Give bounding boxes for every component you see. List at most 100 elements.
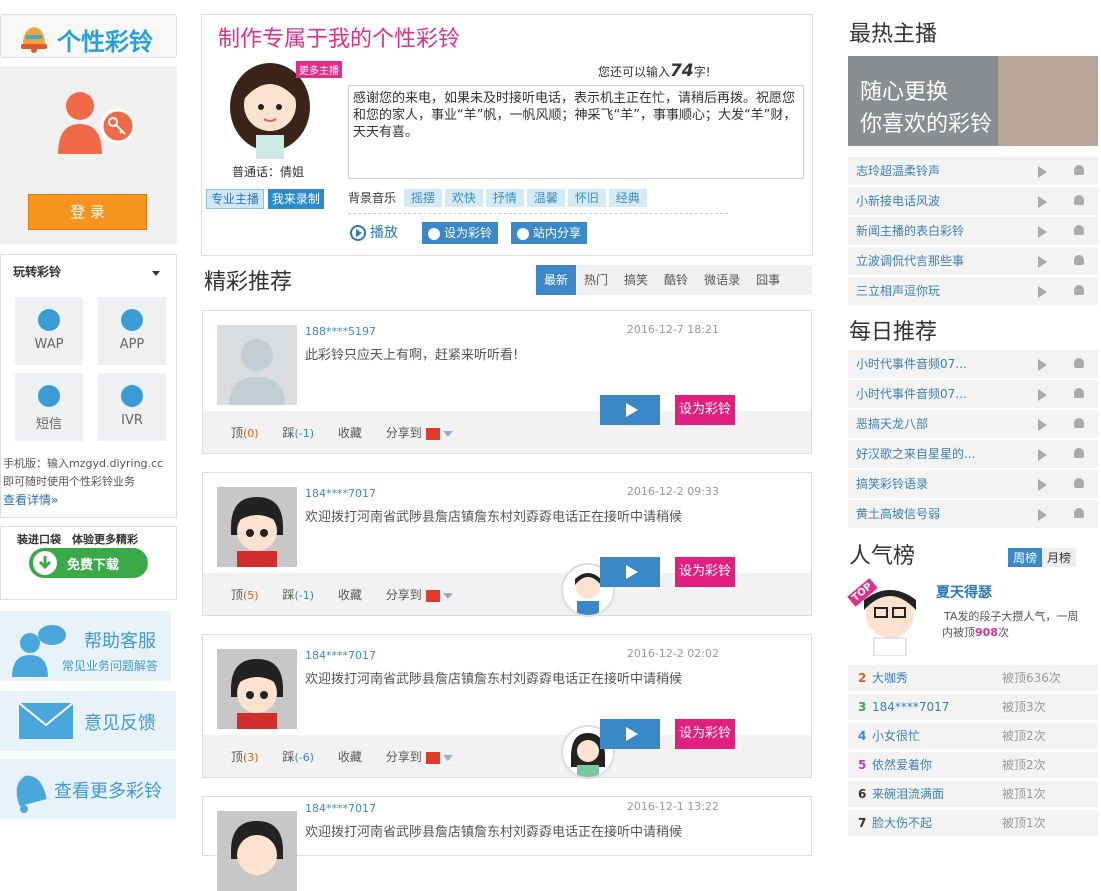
play-icon[interactable] bbox=[1038, 256, 1047, 268]
user-avatar[interactable] bbox=[217, 811, 297, 891]
bg-tag[interactable]: 温馨 bbox=[526, 189, 565, 207]
bell-icon[interactable] bbox=[1074, 255, 1084, 265]
list-item[interactable]: 黄土高坡信号弱 bbox=[848, 500, 1098, 528]
user-id[interactable]: 184****7017 bbox=[305, 649, 376, 662]
list-item[interactable]: 三立相声逗你玩 bbox=[848, 277, 1098, 305]
rank-name[interactable]: 小女很忙 bbox=[872, 729, 920, 743]
favorite-button[interactable]: 收藏 bbox=[338, 588, 362, 602]
rank-row[interactable]: 6 来碗泪流满面 被顶1次 bbox=[848, 781, 1098, 807]
favorite-button[interactable]: 收藏 bbox=[338, 750, 362, 764]
card-set-ringtone-button[interactable]: 设为彩铃 bbox=[675, 557, 735, 587]
play-icon[interactable] bbox=[1038, 509, 1047, 521]
list-item[interactable]: 小时代事件音频07... bbox=[848, 350, 1098, 378]
tab-weekly[interactable]: 周榜 bbox=[1008, 548, 1043, 567]
bell-icon[interactable] bbox=[1074, 448, 1084, 458]
play-button[interactable]: 播放 bbox=[350, 221, 398, 245]
bg-tag[interactable]: 抒情 bbox=[485, 189, 524, 207]
channel-app[interactable]: APP bbox=[98, 297, 166, 365]
rank-name[interactable]: 来碗泪流满面 bbox=[872, 787, 944, 801]
play-icon[interactable] bbox=[1038, 419, 1047, 431]
bg-tag[interactable]: 经典 bbox=[608, 189, 647, 207]
downvote-button[interactable]: 踩(-1) bbox=[282, 426, 314, 440]
bell-icon[interactable] bbox=[1074, 285, 1084, 295]
detail-link[interactable]: 查看详情» bbox=[3, 491, 58, 508]
user-id[interactable]: 184****7017 bbox=[305, 487, 376, 500]
play-icon[interactable] bbox=[1038, 166, 1047, 178]
downvote-button[interactable]: 踩(-1) bbox=[282, 588, 314, 602]
help-service-panel[interactable]: 帮助客服 常见业务问题解答 bbox=[0, 611, 171, 681]
list-item[interactable]: 小时代事件音频07... bbox=[848, 380, 1098, 408]
play-icon[interactable] bbox=[1038, 196, 1047, 208]
bell-icon[interactable] bbox=[1074, 418, 1084, 428]
bell-icon[interactable] bbox=[1074, 508, 1084, 518]
rank-row[interactable]: 3 184****7017 被顶3次 bbox=[848, 694, 1098, 720]
tab-funny[interactable]: 搞笑 bbox=[616, 265, 656, 295]
downvote-button[interactable]: 踩(-6) bbox=[282, 750, 314, 764]
rank-name[interactable]: 大咖秀 bbox=[872, 671, 908, 685]
list-item[interactable]: 立波调侃代言那些事 bbox=[848, 247, 1098, 275]
bg-tag[interactable]: 怀旧 bbox=[567, 189, 606, 207]
bell-icon[interactable] bbox=[1074, 478, 1084, 488]
set-ringtone-button[interactable]: 设为彩铃 bbox=[422, 222, 499, 244]
card-set-ringtone-button[interactable]: 设为彩铃 bbox=[675, 719, 735, 749]
play-icon[interactable] bbox=[1038, 286, 1047, 298]
share-to-button[interactable]: 分享到 bbox=[386, 426, 454, 440]
rank-name[interactable]: 依然爱着你 bbox=[872, 758, 932, 772]
share-to-button[interactable]: 分享到 bbox=[386, 588, 454, 602]
list-item[interactable]: 恶搞天龙八部 bbox=[848, 410, 1098, 438]
upvote-button[interactable]: 顶(3) bbox=[231, 750, 259, 764]
rank-row[interactable]: 5 依然爱着你 被顶2次 bbox=[848, 752, 1098, 778]
tab-pro-anchor[interactable]: 专业主播 bbox=[206, 189, 265, 209]
channel-ivr[interactable]: IVR bbox=[98, 373, 166, 441]
bell-icon[interactable] bbox=[1074, 358, 1084, 368]
tab-self-record[interactable]: 我来录制 bbox=[267, 189, 324, 209]
list-item[interactable]: 小新接电话风波 bbox=[848, 187, 1098, 215]
upvote-button[interactable]: 顶(0) bbox=[231, 426, 259, 440]
top-name[interactable]: 夏天得瑟 bbox=[936, 582, 992, 602]
rank-name[interactable]: 184****7017 bbox=[872, 700, 949, 714]
user-avatar[interactable] bbox=[217, 649, 297, 729]
list-item[interactable]: 搞笑彩铃语录 bbox=[848, 470, 1098, 498]
ringtone-text-input[interactable]: 感谢您的来电，如果未及时接听电话，表示机主正在忙，请稍后再拨。祝愿您和您的家人，… bbox=[348, 85, 804, 179]
tab-quotes[interactable]: 微语录 bbox=[696, 265, 748, 295]
upvote-button[interactable]: 顶(5) bbox=[231, 588, 259, 602]
play-icon[interactable] bbox=[1038, 479, 1047, 491]
list-item[interactable]: 志玲超温柔铃声 bbox=[848, 157, 1098, 185]
user-avatar[interactable] bbox=[217, 325, 297, 405]
tab-latest[interactable]: 最新 bbox=[536, 265, 577, 295]
list-item[interactable]: 新闻主播的表白彩铃 bbox=[848, 217, 1098, 245]
tab-monthly[interactable]: 月榜 bbox=[1042, 548, 1077, 567]
dropdown-caret-icon[interactable] bbox=[152, 271, 160, 276]
more-anchors-badge[interactable]: 更多主播 bbox=[296, 61, 342, 78]
card-play-button[interactable] bbox=[600, 395, 660, 425]
promo-banner[interactable]: 随心更换 你喜欢的彩铃 bbox=[848, 56, 1098, 146]
tab-awkward[interactable]: 囧事 bbox=[748, 265, 788, 295]
channel-wap[interactable]: WAP bbox=[15, 297, 83, 365]
favorite-button[interactable]: 收藏 bbox=[338, 426, 362, 440]
card-set-ringtone-button[interactable]: 设为彩铃 bbox=[675, 395, 735, 425]
play-icon[interactable] bbox=[1038, 389, 1047, 401]
play-icon[interactable] bbox=[1038, 226, 1047, 238]
share-site-button[interactable]: 站内分享 bbox=[511, 222, 588, 244]
channel-sms[interactable]: 短信 bbox=[15, 373, 83, 441]
play-icon[interactable] bbox=[1038, 449, 1047, 461]
bell-icon[interactable] bbox=[1074, 225, 1084, 235]
download-button[interactable]: 免费下载 bbox=[29, 548, 148, 578]
bell-icon[interactable] bbox=[1074, 165, 1084, 175]
user-avatar[interactable] bbox=[217, 487, 297, 567]
bg-tag[interactable]: 欢快 bbox=[444, 189, 483, 207]
rank-row[interactable]: 2 大咖秀 被顶636次 bbox=[848, 665, 1098, 691]
bell-icon[interactable] bbox=[1074, 388, 1084, 398]
rank-row[interactable]: 4 小女很忙 被顶2次 bbox=[848, 723, 1098, 749]
user-id[interactable]: 184****7017 bbox=[305, 802, 376, 815]
card-play-button[interactable] bbox=[600, 557, 660, 587]
bg-tag[interactable]: 摇摆 bbox=[403, 189, 442, 207]
top-user[interactable]: TOP 夏天得瑟 TA发的段子大攒人气，一周 内被顶908次 bbox=[847, 578, 1098, 657]
rank-row[interactable]: 7 脸大伤不起 被顶1次 bbox=[848, 810, 1098, 836]
play-icon[interactable] bbox=[1038, 359, 1047, 371]
bell-icon[interactable] bbox=[1074, 195, 1084, 205]
user-id[interactable]: 188****5197 bbox=[305, 325, 376, 338]
tab-cool[interactable]: 酷铃 bbox=[656, 265, 696, 295]
card-play-button[interactable] bbox=[600, 719, 660, 749]
tab-hot[interactable]: 热门 bbox=[576, 265, 616, 295]
